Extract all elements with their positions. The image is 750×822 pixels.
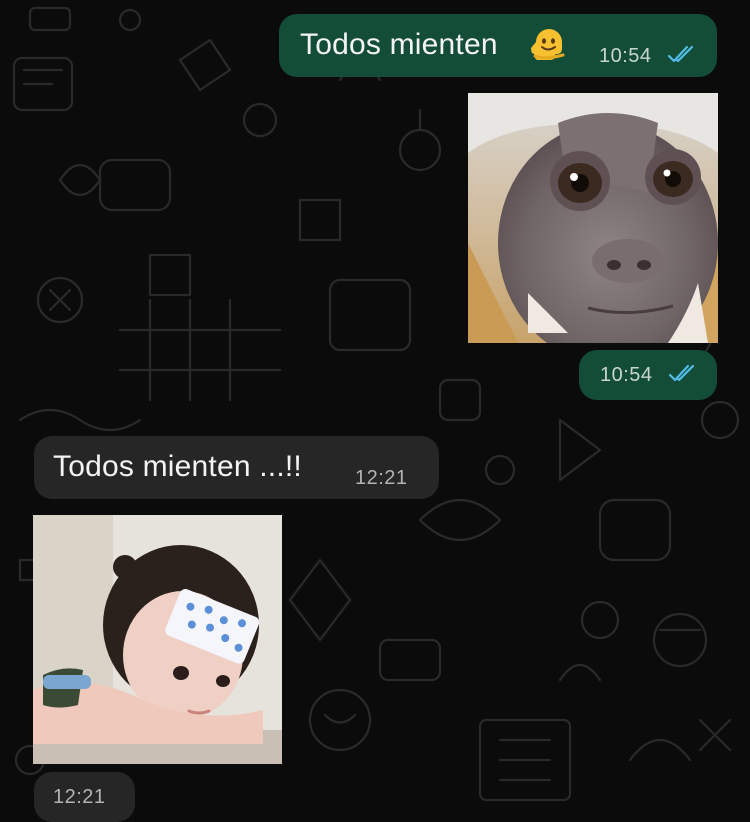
- girl-with-forehead-patch-image: [33, 515, 282, 764]
- outgoing-message-bubble[interactable]: Todos mienten 10:54: [279, 14, 717, 77]
- monkey-sticker[interactable]: [468, 93, 718, 343]
- incoming-sticker-time-bubble: 12:21: [34, 772, 135, 822]
- girl-sticker[interactable]: [33, 515, 282, 764]
- outgoing-sticker-time-bubble: 10:54: [579, 350, 717, 400]
- message-time: 10:54: [600, 364, 653, 386]
- capuchin-monkey-face-image: [468, 93, 718, 343]
- double-check-read-icon: [668, 364, 695, 382]
- message-time: 12:21: [355, 467, 408, 489]
- message-time: 12:21: [53, 786, 106, 808]
- double-check-read-icon: [667, 45, 694, 63]
- incoming-message-bubble[interactable]: Todos mienten ...!! 12:21: [34, 436, 439, 499]
- melting-face-emoji-icon: [531, 29, 565, 60]
- message-text: Todos mienten: [300, 28, 498, 61]
- message-text: Todos mienten ...!!: [53, 450, 302, 483]
- message-time: 10:54: [599, 45, 652, 67]
